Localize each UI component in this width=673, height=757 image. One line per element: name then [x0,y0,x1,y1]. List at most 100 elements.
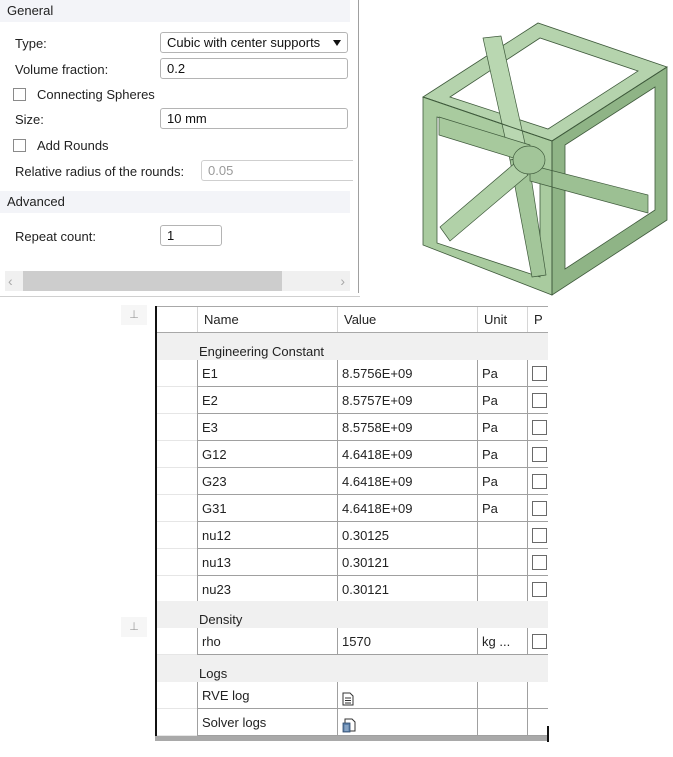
p-checkbox[interactable] [532,528,547,543]
grid-horizontal-scrollbar[interactable] [155,736,548,741]
repeat-count-label: Repeat count: [15,229,96,244]
cell-unit [477,549,527,576]
cell-name: E3 [197,414,337,441]
table-row[interactable]: G12 4.6418E+09 Pa [157,441,548,468]
cell-value[interactable]: 0.30121 [337,549,477,576]
3d-viewport[interactable] [380,5,670,300]
row-gutter [157,387,197,414]
p-checkbox[interactable] [532,366,547,381]
cell-unit [477,682,527,709]
cell-p[interactable] [527,360,548,387]
group-label: Logs [199,666,228,681]
cell-unit: Pa [477,360,527,387]
cell-value[interactable] [337,709,477,736]
documents-stack-icon[interactable] [342,715,356,735]
group-row[interactable]: Density [157,601,548,628]
cell-value[interactable]: 8.5758E+09 [337,414,477,441]
row-gutter [157,709,197,736]
p-checkbox[interactable] [532,582,547,597]
cell-value[interactable]: 4.6418E+09 [337,468,477,495]
horizontal-scrollbar[interactable]: ‹ › [5,271,350,291]
p-checkbox[interactable] [532,634,547,649]
cell-p[interactable] [527,468,548,495]
property-grid: Name Value Unit P Engineering Constant E1… [155,306,548,740]
section-header-advanced[interactable]: Advanced [0,191,350,213]
cell-value[interactable]: 0.30121 [337,576,477,603]
cell-p[interactable] [527,549,548,576]
chevron-right-icon[interactable]: › [340,272,345,290]
document-icon[interactable] [342,688,354,708]
scrollbar-thumb[interactable] [23,271,282,291]
column-header-value[interactable]: Value [337,307,477,332]
table-row[interactable]: RVE log [157,682,548,709]
table-row[interactable]: E1 8.5756E+09 Pa [157,360,548,387]
cell-name: nu12 [197,522,337,549]
column-header-name[interactable]: Name [197,307,337,332]
cell-p[interactable] [527,441,548,468]
cell-value[interactable]: 1570 [337,628,477,655]
group-row[interactable]: Logs [157,655,548,682]
cell-unit: Pa [477,468,527,495]
table-row[interactable]: G31 4.6418E+09 Pa [157,495,548,522]
type-select-value: Cubic with center supports [167,35,321,50]
p-checkbox[interactable] [532,420,547,435]
cell-unit: Pa [477,414,527,441]
table-row[interactable]: E2 8.5757E+09 Pa [157,387,548,414]
cell-unit: Pa [477,387,527,414]
pin-icon[interactable]: ⊥ [121,305,147,325]
p-checkbox[interactable] [532,393,547,408]
cell-value[interactable]: 8.5757E+09 [337,387,477,414]
table-row[interactable]: nu13 0.30121 [157,549,548,576]
section-header-general[interactable]: General [0,0,350,22]
cell-value[interactable]: 4.6418E+09 [337,495,477,522]
cell-p[interactable] [527,628,548,655]
connecting-spheres-checkbox[interactable] [13,88,26,101]
panel-divider [358,0,359,293]
table-row[interactable]: rho 1570 kg ... [157,628,548,655]
table-row[interactable]: nu12 0.30125 [157,522,548,549]
cell-value[interactable]: 0.30125 [337,522,477,549]
cell-p[interactable] [527,682,548,709]
size-label: Size: [15,112,44,127]
add-rounds-checkbox[interactable] [13,139,26,152]
cell-p[interactable] [527,387,548,414]
p-checkbox[interactable] [532,501,547,516]
cell-value[interactable] [337,682,477,709]
table-row[interactable]: nu23 0.30121 [157,576,548,603]
row-gutter [157,522,197,549]
cell-name: G31 [197,495,337,522]
chevron-left-icon[interactable]: ‹ [8,272,13,290]
resize-handle[interactable] [547,726,549,742]
pin-icon[interactable]: ⊥ [121,617,147,637]
column-header-unit[interactable]: Unit [477,307,527,332]
cell-name: E2 [197,387,337,414]
group-row[interactable]: Engineering Constant [157,333,548,360]
cell-p[interactable] [527,414,548,441]
volume-fraction-input[interactable]: 0.2 [160,58,348,79]
cell-value[interactable]: 8.5756E+09 [337,360,477,387]
p-checkbox[interactable] [532,447,547,462]
size-input[interactable]: 10 mm [160,108,348,129]
table-row[interactable]: E3 8.5758E+09 Pa [157,414,548,441]
cell-p[interactable] [527,495,548,522]
cell-name: RVE log [197,682,337,709]
table-row[interactable]: Solver logs [157,709,548,736]
table-row[interactable]: G23 4.6418E+09 Pa [157,468,548,495]
type-label: Type: [15,36,47,51]
cell-unit [477,576,527,603]
p-checkbox[interactable] [532,474,547,489]
cell-p[interactable] [527,522,548,549]
cell-unit [477,522,527,549]
column-header-p[interactable]: P [527,307,548,332]
group-label: Engineering Constant [199,344,325,359]
repeat-count-input[interactable]: 1 [160,225,222,246]
row-gutter [157,495,197,522]
cell-p[interactable] [527,709,548,736]
cell-unit: kg ... [477,628,527,655]
cell-value[interactable]: 4.6418E+09 [337,441,477,468]
grid-header-row: Name Value Unit P [157,307,548,333]
round-radius-input[interactable]: 0.05 [201,160,353,181]
p-checkbox[interactable] [532,555,547,570]
cell-p[interactable] [527,576,548,603]
type-select[interactable]: Cubic with center supports [160,32,348,53]
